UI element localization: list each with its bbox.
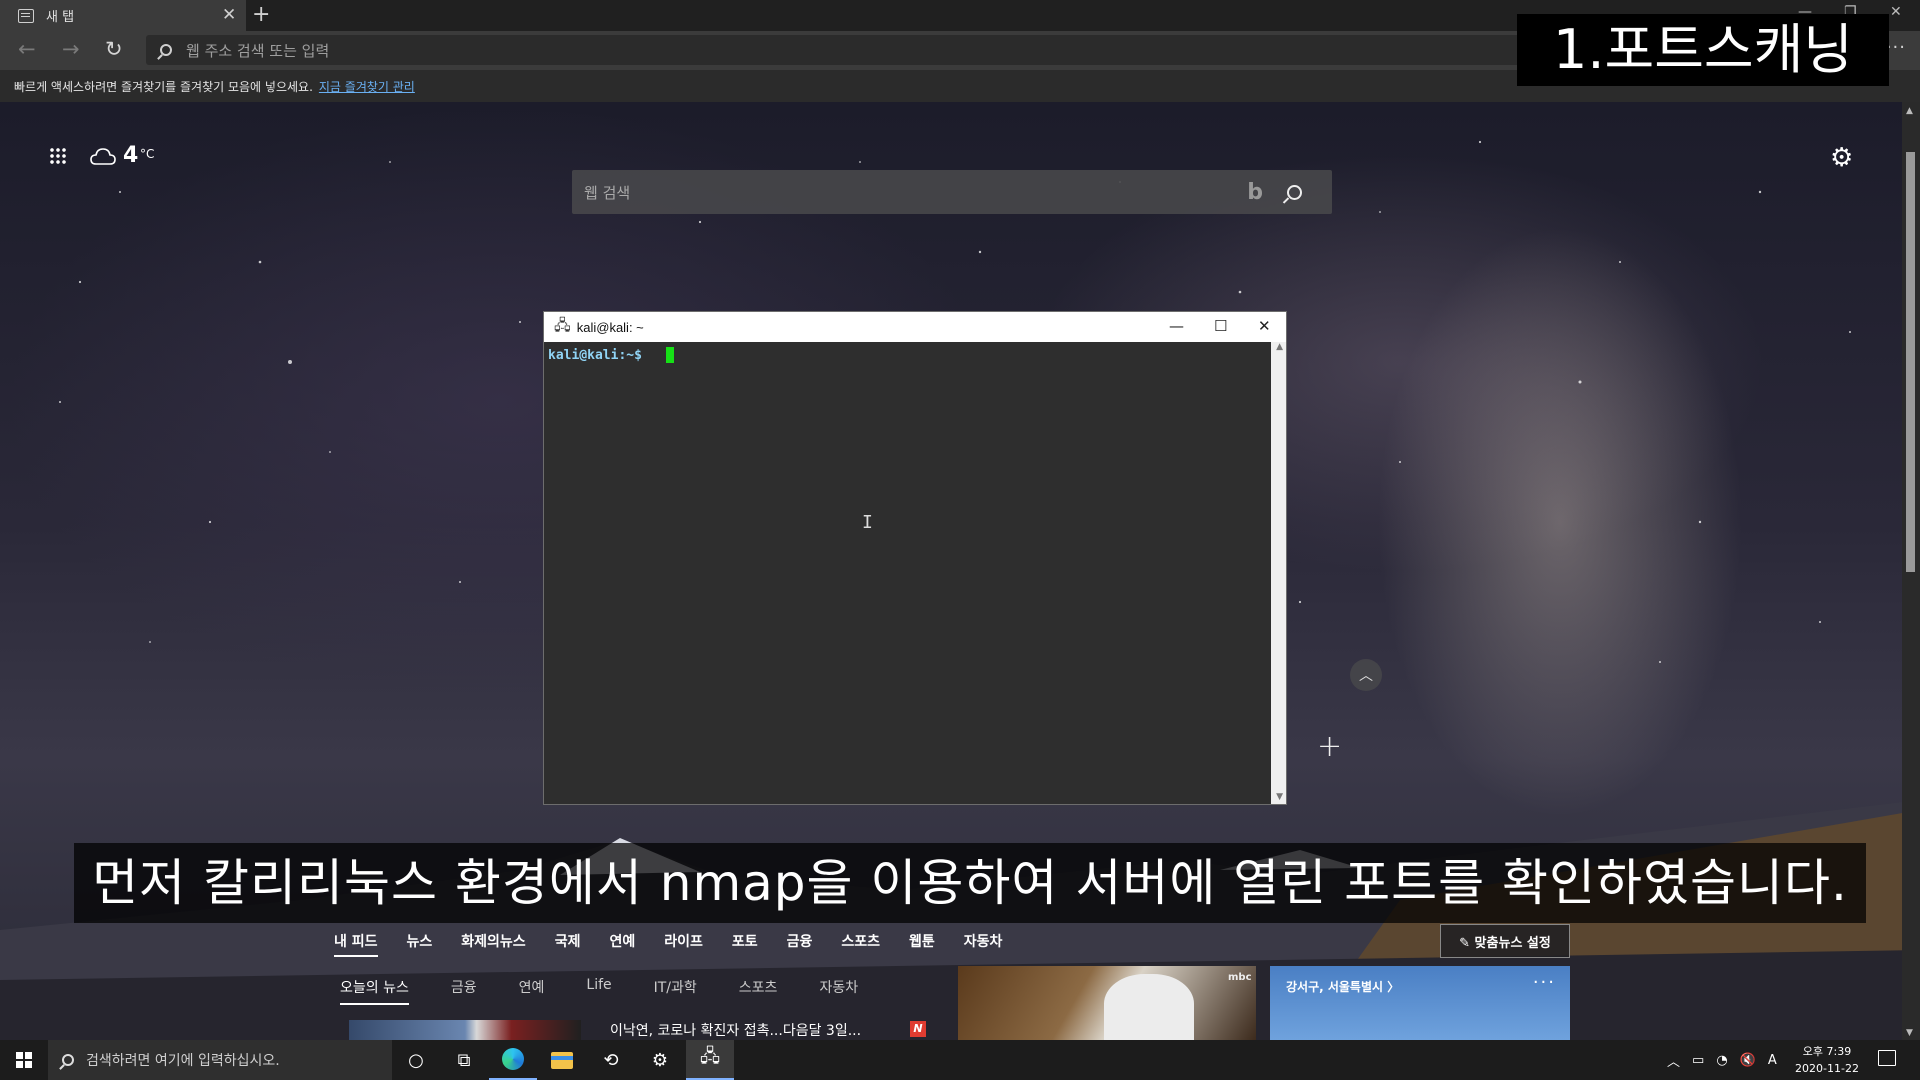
video-title-overlay: 1.포트스캐닝: [1517, 14, 1889, 86]
volume-muted-icon[interactable]: 🔇: [1740, 1053, 1756, 1068]
putty-taskbar-icon[interactable]: 🖧: [686, 1040, 734, 1080]
windows-logo-icon: [16, 1052, 32, 1068]
taskbar: 검색하려면 여기에 입력하십시오. ○ ⧉ ⟲ ⚙ 🖧 ︿ ▭ ◔ 🔇 A 오후…: [0, 1040, 1920, 1080]
ime-indicator[interactable]: A: [1768, 1053, 1777, 1068]
news-thumbnail[interactable]: [349, 1020, 581, 1040]
news-tab-trending[interactable]: 화제의뉴스: [461, 931, 525, 957]
tab-close-icon[interactable]: ✕: [222, 5, 236, 25]
news-headline[interactable]: 이낙연, 코로나 확진자 접촉...다음달 3일...: [610, 1020, 861, 1040]
subtab-entertainment[interactable]: 연예: [519, 977, 545, 1005]
scroll-to-top-button[interactable]: ︿: [1350, 659, 1382, 691]
shell-prompt: kali@kali:~$: [548, 348, 642, 363]
news-tab-sports[interactable]: 스포츠: [841, 931, 880, 957]
news-tab-photo[interactable]: 포토: [732, 931, 758, 957]
scroll-thumb[interactable]: [1906, 152, 1915, 572]
news-tab-webtoon[interactable]: 웹툰: [909, 931, 935, 957]
forward-arrow-icon[interactable]: →: [62, 37, 80, 61]
terminal-body[interactable]: kali@kali:~$ I ▲ ▼: [544, 342, 1286, 804]
news-tab-life[interactable]: 라이프: [664, 931, 703, 957]
page-scrollbar[interactable]: ▲ ▼: [1902, 102, 1920, 1040]
news-tab-world[interactable]: 국제: [555, 931, 581, 957]
subtab-autos[interactable]: 자동차: [819, 977, 858, 1005]
refresh-icon[interactable]: ↻: [105, 37, 123, 61]
subtab-finance[interactable]: 금융: [451, 977, 477, 1005]
web-search-placeholder: 웹 검색: [584, 183, 631, 202]
address-placeholder: 웹 주소 검색 또는 입력: [186, 41, 330, 60]
news-settings-button[interactable]: ✎ 맞춤뉴스 설정: [1440, 924, 1570, 958]
battery-icon[interactable]: ▭: [1692, 1053, 1704, 1068]
new-tab-button[interactable]: +: [252, 2, 270, 27]
news-tab-entertainment[interactable]: 연예: [609, 931, 635, 957]
maximize-icon[interactable]: ☐: [1214, 317, 1227, 335]
news-tab-news[interactable]: 뉴스: [407, 931, 433, 957]
apps-grid-icon[interactable]: [49, 147, 67, 165]
bing-icon[interactable]: b: [1247, 180, 1263, 205]
news-tab-my-feed[interactable]: 내 피드: [334, 931, 378, 957]
taskbar-clock[interactable]: 오후 7:39 2020-11-22: [1787, 1043, 1867, 1077]
file-explorer-icon[interactable]: [538, 1040, 586, 1080]
weather-card[interactable]: 강서구, 서울특별시 〉 ···: [1270, 966, 1570, 1040]
tab-title: 새 탭: [46, 10, 75, 25]
favorites-hint: 빠르게 액세스하려면 즐겨찾기를 즐겨찾기 모음에 넣으세요.: [14, 79, 313, 94]
edge-browser-icon[interactable]: [489, 1040, 537, 1080]
terminal-scrollbar[interactable]: ▲ ▼: [1271, 342, 1286, 804]
search-icon[interactable]: [1287, 184, 1302, 200]
cortana-icon[interactable]: ○: [392, 1040, 440, 1080]
terminal-title: kali@kali: ~: [576, 319, 644, 335]
weather-temperature[interactable]: 4: [123, 143, 138, 168]
subtab-it-science[interactable]: IT/과학: [654, 977, 697, 1005]
weather-unit: °C: [140, 147, 155, 161]
subtab-sports[interactable]: 스포츠: [739, 977, 778, 1005]
news-tab-finance[interactable]: 금융: [787, 931, 813, 957]
scroll-up-icon[interactable]: ▲: [1906, 106, 1913, 116]
cloudy-weather-icon: [90, 148, 116, 165]
new-tab-page-icon: [18, 8, 34, 23]
add-site-icon[interactable]: +: [1317, 729, 1342, 764]
subtitle-band: 먼저 칼리리눅스 환경에서 nmap을 이용하여 서버에 열린 포트를 확인하였…: [74, 843, 1866, 923]
feedback-hub-icon[interactable]: ⟲: [587, 1040, 635, 1080]
news-card-source: mbc: [1228, 972, 1252, 983]
terminal-titlebar[interactable]: 🖧 kali@kali: ~ — ☐ ✕: [544, 312, 1286, 342]
start-button[interactable]: [0, 1040, 48, 1080]
notification-center-icon[interactable]: [1878, 1050, 1896, 1066]
video-title: 1.포트스캐닝: [1553, 18, 1853, 81]
system-tray: ︿ ▭ ◔ 🔇 A: [1667, 1040, 1789, 1080]
clock-date: 2020-11-22: [1795, 1062, 1859, 1075]
news-source-badge: N: [910, 1021, 926, 1037]
search-icon: [62, 1054, 74, 1066]
news-subtabs: 오늘의 뉴스 금융 연예 Life IT/과학 스포츠 자동차: [340, 977, 900, 1005]
search-icon: [160, 44, 172, 56]
manage-favorites-link[interactable]: 지금 즐겨찾기 관리: [319, 78, 415, 95]
scroll-down-icon[interactable]: ▼: [1906, 1028, 1913, 1038]
ibeam-cursor-icon: I: [862, 512, 873, 533]
window-close-icon[interactable]: ✕: [1890, 4, 1902, 20]
settings-gear-icon[interactable]: ⚙: [636, 1040, 684, 1080]
clock-time: 오후 7:39: [1802, 1045, 1852, 1058]
subtab-life[interactable]: Life: [586, 977, 611, 1005]
subtitle-text: 먼저 칼리리눅스 환경에서 nmap을 이용하여 서버에 열린 포트를 확인하였…: [92, 854, 1848, 912]
subtab-today[interactable]: 오늘의 뉴스: [340, 977, 409, 1005]
scroll-down-icon[interactable]: ▼: [1276, 792, 1283, 802]
show-hidden-icons-icon[interactable]: ︿: [1667, 1051, 1680, 1070]
task-view-icon[interactable]: ⧉: [440, 1040, 488, 1080]
putty-icon: 🖧: [554, 315, 571, 334]
scroll-up-icon[interactable]: ▲: [1276, 342, 1283, 352]
taskbar-search-placeholder: 검색하려면 여기에 입력하십시오.: [86, 1053, 280, 1069]
news-category-tabs: 내 피드 뉴스 화제의뉴스 국제 연예 라이프 포토 금융 스포츠 웹툰 자동차: [334, 931, 1031, 957]
weather-card-more-icon[interactable]: ···: [1533, 972, 1556, 993]
web-search-box[interactable]: 웹 검색 b: [572, 170, 1332, 214]
weather-card-location[interactable]: 강서구, 서울특별시 〉: [1286, 978, 1399, 995]
close-icon[interactable]: ✕: [1258, 317, 1271, 335]
back-arrow-icon[interactable]: ←: [18, 37, 36, 61]
text-cursor: [666, 347, 674, 363]
browser-tab[interactable]: 새 탭 ✕: [0, 0, 246, 31]
taskbar-search-box[interactable]: 검색하려면 여기에 입력하십시오.: [48, 1040, 392, 1080]
minimize-icon[interactable]: —: [1169, 317, 1184, 335]
wifi-icon[interactable]: ◔: [1716, 1053, 1727, 1068]
news-tab-autos[interactable]: 자동차: [964, 931, 1003, 957]
news-card-figure: [1104, 974, 1194, 1040]
address-input[interactable]: 웹 주소 검색 또는 입력: [146, 35, 1546, 65]
gear-icon[interactable]: ⚙: [1830, 143, 1853, 173]
terminal-window[interactable]: 🖧 kali@kali: ~ — ☐ ✕ kali@kali:~$ I ▲ ▼: [543, 311, 1287, 805]
